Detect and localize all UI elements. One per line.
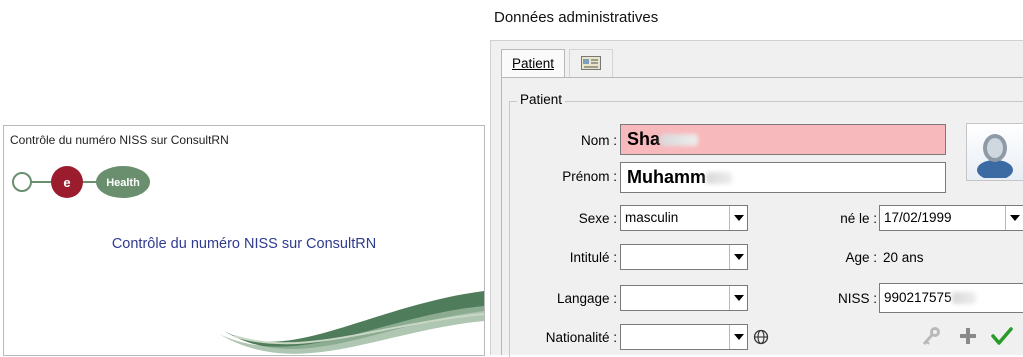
person-photo-icon <box>977 134 1013 180</box>
consultrn-window: Contrôle du numéro NISS sur ConsultRN e … <box>3 125 485 356</box>
admin-panel: Patient Patient Nom : Sha Prénom : Muham… <box>490 40 1023 357</box>
intitule-select[interactable] <box>620 244 748 270</box>
redacted-blur <box>706 172 733 185</box>
intitule-label: Intitulé : <box>569 250 617 265</box>
tab-id-card[interactable] <box>569 49 613 78</box>
plus-icon[interactable] <box>959 327 977 345</box>
key-icon[interactable] <box>921 325 943 347</box>
langage-label: Langage : <box>556 291 617 306</box>
nom-field[interactable]: Sha <box>620 124 946 155</box>
nom-label: Nom : <box>580 133 617 148</box>
tab-patient-label: Patient <box>511 56 555 71</box>
id-card-icon <box>581 56 601 70</box>
age-label: Age : <box>845 250 877 265</box>
birthdate-picker[interactable]: 17/02/1999 <box>879 205 1023 231</box>
check-icon[interactable] <box>991 326 1013 346</box>
globe-icon[interactable] <box>753 329 769 345</box>
langage-select[interactable] <box>620 285 748 311</box>
sexe-value: masculin <box>625 210 679 225</box>
logo-word: Health <box>106 177 140 189</box>
chevron-down-icon[interactable] <box>729 245 747 269</box>
nationalite-label: Nationalité : <box>545 330 617 345</box>
prenom-label: Prénom : <box>562 169 617 184</box>
logo-letter: e <box>63 175 70 190</box>
birthdate-value: 17/02/1999 <box>884 210 952 225</box>
nom-value: Sha <box>627 129 661 149</box>
nationalite-select[interactable] <box>620 324 748 350</box>
ehealth-logo: e Health <box>12 166 150 198</box>
chevron-down-icon[interactable] <box>729 325 747 349</box>
chevron-down-icon[interactable] <box>1005 206 1023 230</box>
chevron-down-icon[interactable] <box>729 206 747 230</box>
chevron-down-icon[interactable] <box>729 286 747 310</box>
redacted-blur <box>660 134 699 147</box>
sexe-select[interactable]: masculin <box>620 205 748 231</box>
redacted-blur <box>951 292 976 305</box>
ne-le-label: né le : <box>840 211 877 226</box>
sexe-label: Sexe : <box>578 211 617 226</box>
prenom-field[interactable]: Muhamm <box>620 162 946 193</box>
section-title: Données administratives <box>494 9 659 26</box>
page-heading: Contrôle du numéro NISS sur ConsultRN <box>111 236 377 252</box>
patient-photo[interactable] <box>966 123 1023 181</box>
window-title: Contrôle du numéro NISS sur ConsultRN <box>10 133 229 147</box>
decorative-wave <box>219 291 484 354</box>
niss-field[interactable]: 990217575 <box>879 283 1023 313</box>
niss-value: 990217575 <box>884 290 952 305</box>
group-label: Patient <box>517 92 566 107</box>
niss-label: NISS : <box>837 291 877 306</box>
prenom-value: Muhamm <box>627 167 707 187</box>
age-value: 20 ans <box>883 250 924 265</box>
tab-patient[interactable]: Patient <box>501 49 565 78</box>
